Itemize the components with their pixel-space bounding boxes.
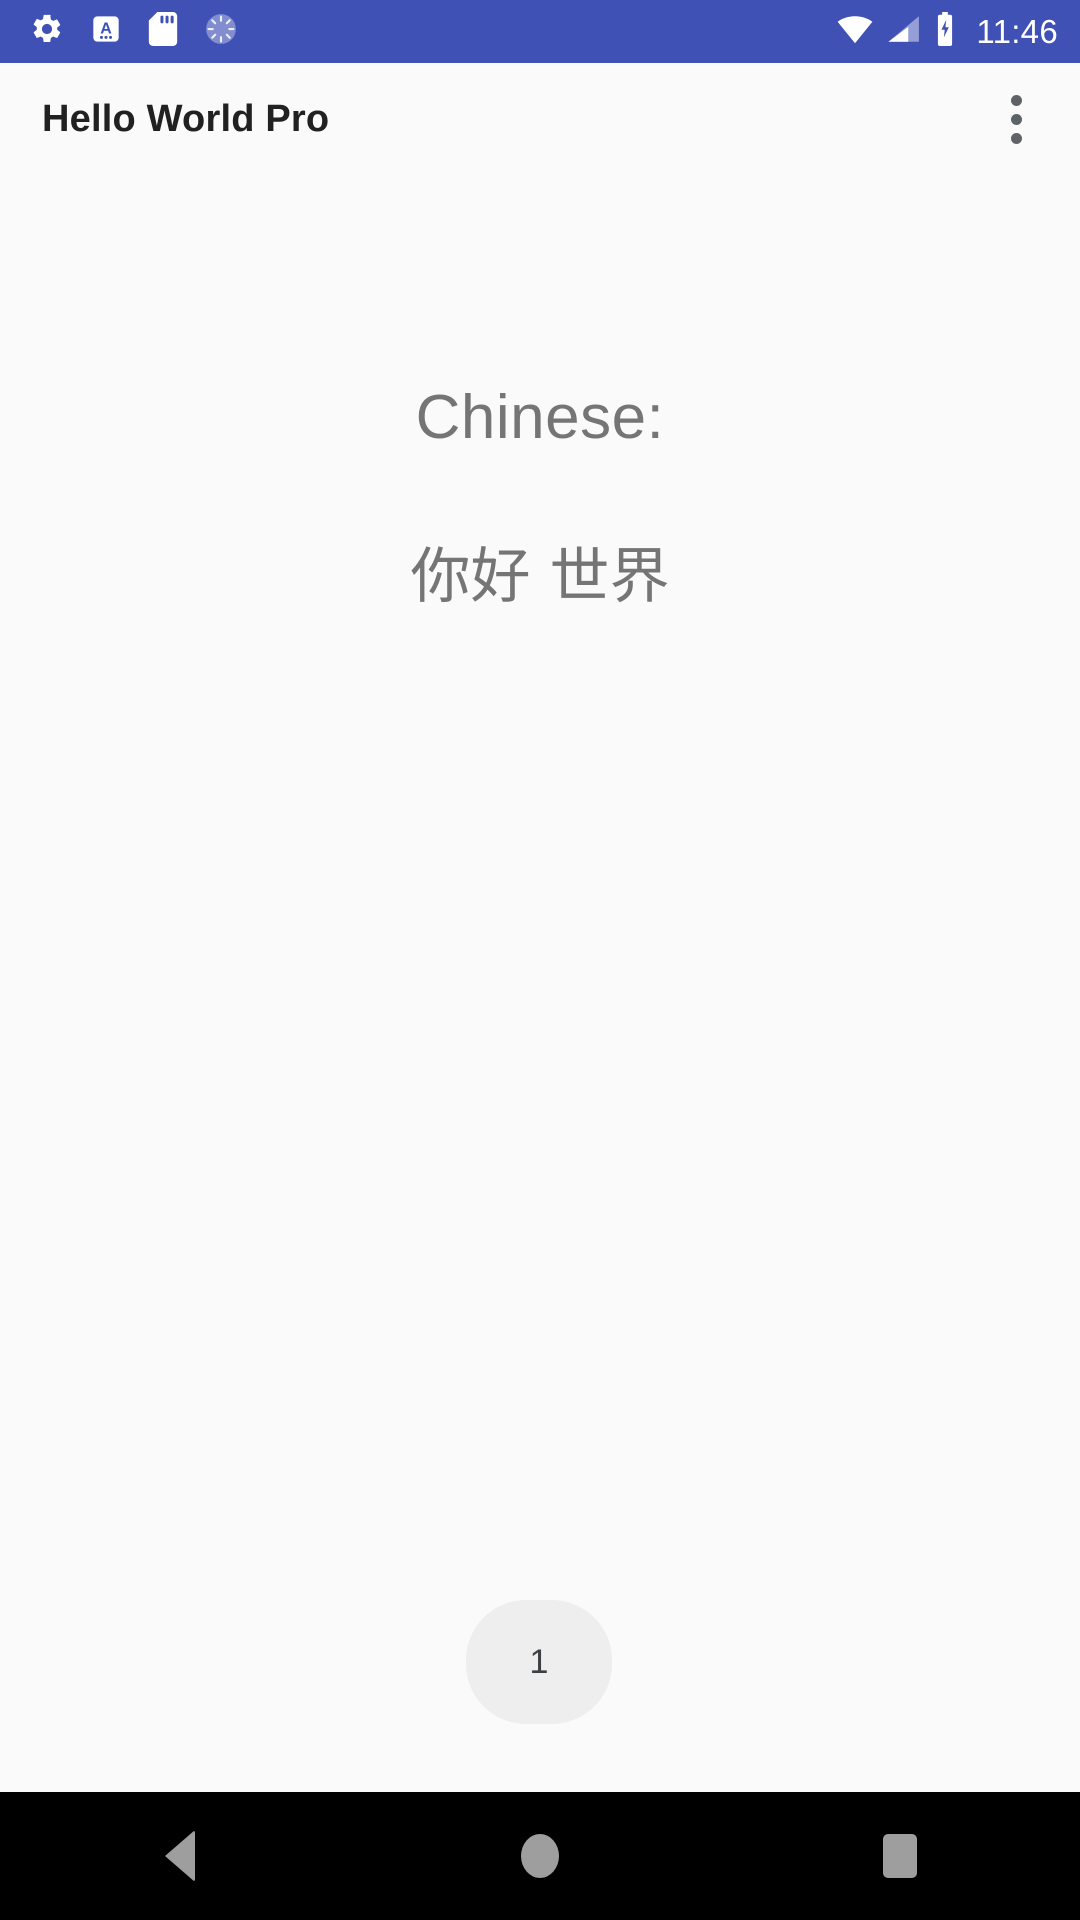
phone-screen: A 11:46 Hello World Pro Chinese: 你好 世界 1 (0, 0, 1080, 1920)
overflow-dot (1010, 113, 1022, 125)
sd-card-icon (148, 12, 178, 51)
nav-home-button[interactable] (360, 1792, 720, 1920)
back-triangle-icon (165, 1830, 195, 1882)
status-bar-clock: 11:46 (976, 13, 1058, 50)
status-bar-notification-icons: A (30, 12, 238, 51)
wifi-icon (836, 14, 874, 49)
input-method-icon: A (90, 13, 122, 50)
language-label: Chinese: (415, 383, 665, 452)
main-content: Chinese: 你好 世界 1 (0, 175, 1080, 1792)
nav-recents-button[interactable] (720, 1792, 1080, 1920)
loading-spinner-icon (204, 12, 238, 51)
overflow-dot (1010, 94, 1022, 106)
status-bar-system-icons: 11:46 (836, 12, 1058, 51)
overflow-menu-icon[interactable] (980, 83, 1052, 155)
svg-text:A: A (100, 20, 112, 37)
app-bar: Hello World Pro (0, 63, 1080, 175)
navigation-bar (0, 1792, 1080, 1920)
recents-square-icon (883, 1834, 917, 1878)
greeting-text: 你好 世界 (410, 542, 670, 612)
cellular-signal-icon (887, 14, 921, 49)
nav-back-button[interactable] (0, 1792, 360, 1920)
page-title: Hello World Pro (42, 97, 330, 140)
settings-gear-icon (30, 12, 64, 51)
counter-button[interactable]: 1 (466, 1600, 612, 1724)
overflow-dot (1010, 132, 1022, 144)
status-bar: A 11:46 (0, 0, 1080, 63)
home-circle-icon (521, 1834, 559, 1878)
battery-charging-icon (934, 12, 956, 51)
